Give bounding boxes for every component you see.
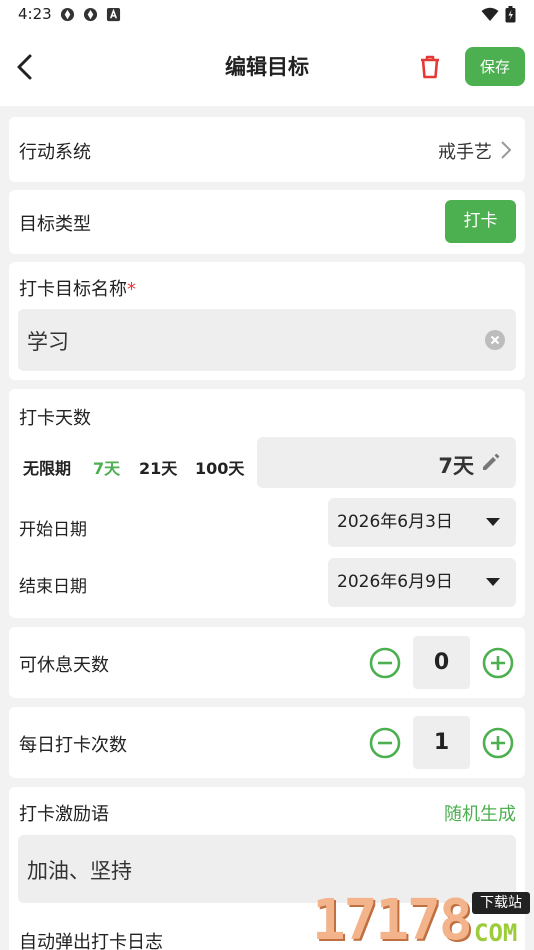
plus-circle-icon[interactable]	[482, 727, 514, 759]
battery-icon	[505, 5, 516, 22]
daily-count-row: 每日打卡次数 1	[9, 707, 525, 778]
daily-count-value[interactable]: 1	[413, 716, 470, 769]
start-date-label: 开始日期	[19, 520, 87, 540]
checkin-days-section: 打卡天数 无限期 7天 21天 100天 7天 开始日期 2026年6月3日 结…	[9, 389, 525, 618]
start-date-value: 2026年6月3日	[337, 512, 453, 532]
start-date-dropdown[interactable]: 2026年6月3日	[328, 498, 516, 547]
wifi-icon	[481, 7, 499, 21]
end-date-dropdown[interactable]: 2026年6月9日	[328, 558, 516, 607]
delete-trash-icon[interactable]	[416, 53, 444, 81]
save-button[interactable]: 保存	[465, 47, 525, 86]
app-notification-icon	[60, 7, 74, 21]
goal-name-value: 学习	[27, 330, 69, 354]
goal-name-section: 打卡目标名称* 学习	[9, 262, 525, 380]
goal-type-checkin-button[interactable]: 打卡	[445, 200, 516, 243]
action-system-value: 戒手艺	[438, 142, 492, 163]
edit-pencil-icon[interactable]	[480, 451, 502, 473]
watermark-badge: 下载站	[472, 892, 530, 914]
action-system-row[interactable]: 行动系统 戒手艺	[9, 117, 525, 182]
status-bar: 4:23	[0, 0, 534, 28]
page-title: 编辑目标	[225, 55, 309, 79]
goal-name-label: 打卡目标名称*	[19, 279, 136, 300]
app-bar: 编辑目标 保存	[0, 28, 534, 106]
days-option-100[interactable]: 100天	[195, 455, 244, 479]
random-generate-link[interactable]: 随机生成	[444, 800, 516, 826]
motto-value: 加油、坚持	[27, 859, 132, 883]
auto-popup-label: 自动弹出打卡日志	[19, 932, 163, 950]
goal-type-row: 目标类型 打卡	[9, 190, 525, 254]
rest-days-row: 可休息天数 0	[9, 627, 525, 698]
status-time: 4:23	[18, 5, 52, 23]
chevron-right-icon	[501, 141, 512, 159]
custom-days-value: 7天	[438, 454, 474, 478]
end-date-value: 2026年6月9日	[337, 572, 453, 592]
rest-days-value[interactable]: 0	[413, 636, 470, 689]
goal-type-label: 目标类型	[19, 214, 91, 235]
days-option-21[interactable]: 21天	[139, 455, 177, 479]
days-option-7[interactable]: 7天	[93, 455, 120, 479]
dropdown-caret-icon	[486, 518, 500, 526]
dropdown-caret-icon	[486, 578, 500, 586]
plus-circle-icon[interactable]	[482, 647, 514, 679]
site-watermark: 17178 下载站 COM	[312, 888, 534, 950]
rest-days-label: 可休息天数	[19, 655, 109, 676]
daily-count-label: 每日打卡次数	[19, 735, 127, 756]
watermark-number: 17178	[312, 888, 473, 950]
app-notification-icon	[83, 7, 97, 21]
back-arrow-icon[interactable]	[12, 52, 40, 82]
minus-circle-icon[interactable]	[369, 727, 401, 759]
clear-input-icon[interactable]	[485, 330, 505, 350]
watermark-domain: COM	[474, 919, 518, 947]
minus-circle-icon[interactable]	[369, 647, 401, 679]
goal-name-input[interactable]: 学习	[18, 309, 516, 371]
custom-days-input[interactable]: 7天	[257, 437, 516, 488]
checkin-days-label: 打卡天数	[19, 408, 91, 429]
end-date-label: 结束日期	[19, 577, 87, 597]
font-notification-icon	[106, 7, 120, 21]
action-system-label: 行动系统	[19, 142, 91, 163]
motto-label: 打卡激励语	[19, 804, 109, 825]
days-option-unlimited[interactable]: 无限期	[23, 455, 71, 479]
required-mark: *	[127, 279, 136, 300]
